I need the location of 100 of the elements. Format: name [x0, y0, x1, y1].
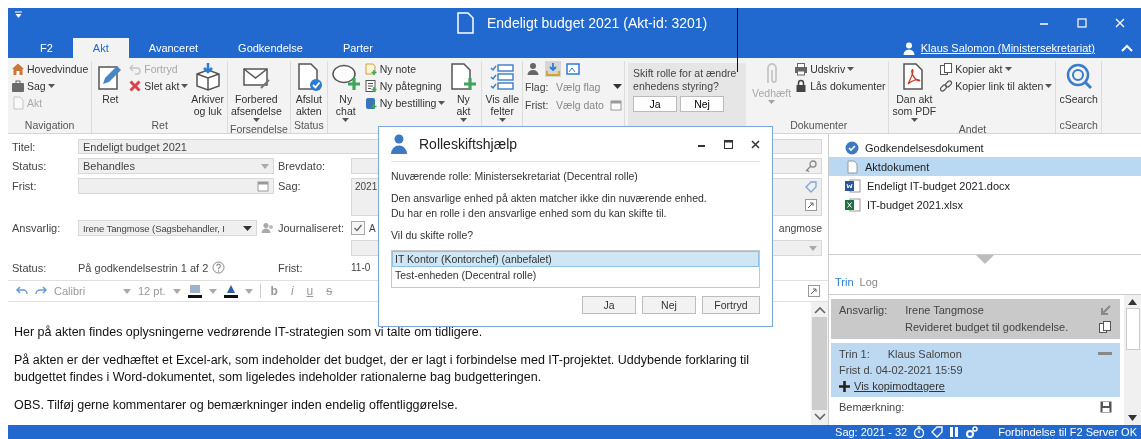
field-label: Bemærkning:: [839, 401, 905, 413]
image-icon: [566, 62, 581, 76]
arrow-icon: [1100, 304, 1112, 316]
font-color-icon: [223, 284, 238, 298]
ribbon-button[interactable]: Hovedvindue: [10, 61, 90, 77]
note-icon: [363, 79, 378, 93]
prompt-button[interactable]: Nej: [680, 96, 725, 112]
ribbon-button[interactable]: Forbered afsendelse: [230, 61, 283, 123]
help-icon: [212, 261, 226, 274]
ribbon-tab[interactable]: Akt: [72, 38, 129, 58]
field-value: 11-0: [351, 262, 372, 273]
redo-icon: [35, 286, 47, 296]
ribbon-button[interactable]: Slet akt: [127, 78, 190, 94]
paragraph: OBS. Tilføj gerne kommentarer og bemærkninger inden endelig offentliggørelse.: [14, 397, 459, 414]
date-field[interactable]: [78, 178, 274, 194]
scrollbar[interactable]: [1124, 295, 1141, 425]
caret-icon: [613, 84, 623, 89]
list-item[interactable]: IT Kontor (Kontorchef) (anbefalet): [392, 251, 759, 267]
dialog-text: Den ansvarlige enhed på akten matcher ikke din nuværende enhed.: [391, 191, 708, 206]
user-icon: [902, 41, 915, 55]
ribbon-button[interactable]: Ny note: [362, 61, 447, 77]
ribbon-button[interactable]: Ny akt: [447, 61, 480, 123]
ribbon-button[interactable]: Dan akt som PDF: [891, 61, 938, 123]
field-label: Frist:: [278, 261, 304, 274]
panel-tab[interactable]: Trin: [835, 275, 854, 288]
step-label: Ansvarlig:: [839, 304, 888, 316]
ribbon-tab[interactable]: Avanceret: [128, 38, 219, 58]
caret-icon: [809, 245, 817, 251]
expand-icon: [805, 199, 817, 211]
ribbon-button[interactable]: Vis alle felter: [484, 61, 521, 123]
case-number: Sag: 2021 - 32: [835, 426, 908, 438]
dialog-button[interactable]: Fortryd: [702, 296, 760, 314]
field-label: Frist:: [525, 98, 550, 111]
document-plus-icon: [448, 62, 479, 92]
ribbon-button[interactable]: Lås dokumenter: [793, 78, 887, 94]
word-file-icon: [845, 178, 861, 193]
copy-recipients-link[interactable]: Vis kopimodtagere: [854, 380, 945, 392]
toolbar-button[interactable]: [565, 61, 582, 77]
maximize-icon: [1077, 18, 1087, 28]
excel-file-icon: [845, 197, 861, 212]
caret-icon: [768, 100, 776, 104]
ribbon-tab[interactable]: F2: [20, 38, 73, 58]
caret-icon: [181, 84, 189, 88]
ribbon-tab[interactable]: Godkendelse: [218, 38, 323, 58]
dialog-title: Rolleskiftshjælp: [419, 136, 519, 152]
group-label: Navigation: [23, 119, 76, 133]
prompt-button[interactable]: Ja: [633, 96, 678, 112]
scroll-up-icon: [1128, 299, 1137, 305]
document-item[interactable]: Aktdokument: [829, 157, 1141, 176]
calendar-icon: [610, 98, 623, 111]
toolbar-button[interactable]: [545, 61, 562, 77]
document-item[interactable]: IT-budget 2021.xlsx: [829, 195, 1141, 214]
connection-status: Forbindelse til F2 Server OK: [998, 426, 1137, 438]
panel-tab[interactable]: Log: [859, 275, 878, 288]
scroll-down-icon: [813, 413, 826, 421]
document-icon: [11, 96, 25, 110]
caret-icon: [261, 163, 269, 169]
ribbon-button[interactable]: Ny bestilling: [362, 95, 447, 111]
ribbon-button[interactable]: Ny påtegning: [362, 78, 447, 94]
document-item[interactable]: Godkendelsesdokument: [829, 138, 1141, 157]
person-icon: [526, 62, 541, 76]
expand-icon: [808, 285, 820, 297]
step-person: Irene Tangmose: [905, 304, 984, 316]
dropdown[interactable]: Behandles: [78, 158, 274, 174]
document-item[interactable]: Endeligt IT-budget 2021.docx: [829, 176, 1141, 195]
ribbon-button[interactable]: Ny chat: [329, 61, 362, 123]
step-person: Klaus Salomon: [887, 348, 962, 360]
ribbon-button[interactable]: Sag: [10, 78, 90, 94]
group-label: Andet: [957, 123, 988, 135]
people-icon: [261, 222, 274, 234]
ribbon-tab[interactable]: Parter: [322, 38, 393, 58]
close-icon: [751, 139, 760, 149]
ribbon-button[interactable]: Afslut akten: [292, 61, 325, 118]
user-link[interactable]: Klaus Salomon (Ministersekretariat): [920, 42, 1095, 54]
caret-icon: [498, 118, 506, 122]
dropdown[interactable]: Irene Tangmose (Sagsbehandler, I: [78, 220, 257, 236]
field-label: Status:: [12, 160, 48, 172]
caret-icon: [910, 118, 918, 122]
link-icon: [939, 79, 954, 93]
prompt-text: Skift rolle for at ændre enhedens styring?: [633, 67, 738, 93]
step-label: Trin 1:: [839, 348, 870, 360]
ribbon-button[interactable]: Arkiver og luk: [190, 61, 225, 118]
dialog-button[interactable]: Ja: [582, 296, 636, 314]
collapse-icon[interactable]: [1098, 352, 1112, 356]
ribbon-button[interactable]: cSearch: [1058, 61, 1099, 106]
delete-icon: [128, 79, 143, 93]
list-item[interactable]: Test-enheden (Decentral rolle): [392, 267, 759, 283]
check-circle-icon: [845, 140, 859, 155]
ribbon-button[interactable]: Kopier akt: [938, 61, 1054, 77]
ribbon-button[interactable]: Kopier link til akten: [938, 78, 1054, 94]
field-label: Titel:: [12, 140, 37, 153]
caret-icon: [244, 288, 253, 294]
collapse-ribbon-icon: [1121, 44, 1133, 52]
dialog-button[interactable]: Nej: [642, 296, 696, 314]
scrollbar[interactable]: [811, 302, 828, 425]
ribbon-button[interactable]: Ret: [94, 61, 127, 106]
ribbon-button[interactable]: Udskriv: [793, 61, 887, 77]
house-icon: [11, 62, 25, 76]
lock-icon: [794, 79, 809, 93]
checkbox[interactable]: [351, 221, 365, 235]
